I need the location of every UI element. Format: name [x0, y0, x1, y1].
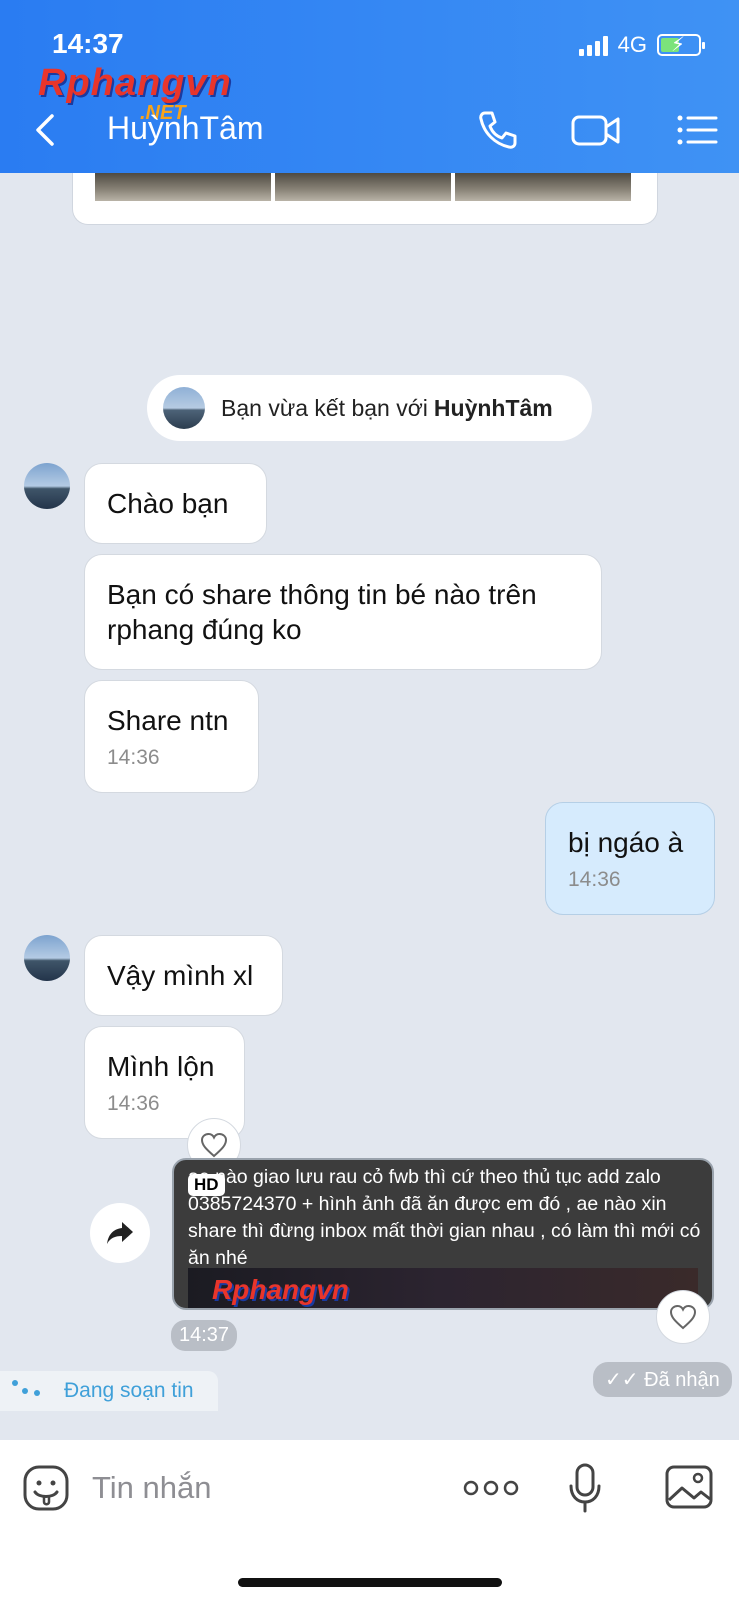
message-input[interactable] [92, 1460, 432, 1516]
message-text: Bạn có share thông tin bé nào trên rphan… [107, 579, 537, 645]
photo-album-card[interactable] [72, 173, 658, 225]
composer-bar [0, 1440, 739, 1600]
message-time: 14:36 [107, 1092, 160, 1115]
image-gallery-icon[interactable] [664, 1464, 714, 1510]
photo-thumbnail[interactable] [275, 173, 451, 201]
emoji-sticker-icon[interactable] [22, 1464, 70, 1512]
list-menu-icon[interactable] [676, 108, 718, 152]
read-receipt: ✓✓ Đã nhận [593, 1362, 732, 1397]
photo-thumbnail[interactable] [95, 173, 271, 201]
friend-added-notice: Bạn vừa kết bạn với HuỳnhTâm [147, 375, 592, 441]
more-options-icon[interactable] [463, 1476, 519, 1500]
forward-icon[interactable] [90, 1203, 150, 1263]
message-text: Chào bạn [107, 488, 229, 519]
forwarded-video-message[interactable]: ae nào giao lưu rau cỏ fwb thì cứ theo t… [172, 1158, 714, 1310]
message-bubble[interactable]: Share ntn 14:36 [84, 680, 259, 793]
battery-icon: ⚡ [657, 34, 705, 56]
typing-label: Đang soạn tin [64, 1379, 194, 1402]
status-time: 14:37 [52, 28, 124, 59]
message-bubble[interactable]: Bạn có share thông tin bé nào trên rphan… [84, 554, 602, 670]
photo-thumbnail[interactable] [455, 173, 631, 201]
chat-title[interactable]: HuỳnhTâm [107, 110, 264, 147]
typing-dots-icon [8, 1376, 58, 1406]
video-watermark: Rphangvn [212, 1274, 349, 1305]
hd-badge: HD [188, 1174, 225, 1196]
message-text: bị ngáo à [568, 827, 684, 858]
video-camera-icon[interactable] [570, 108, 622, 152]
home-indicator [238, 1578, 502, 1587]
notice-text: Bạn vừa kết bạn với [221, 394, 428, 421]
message-text: Mình lộn [107, 1051, 215, 1082]
message-bubble[interactable]: Chào bạn [84, 463, 267, 544]
message-time: 14:36 [568, 868, 621, 891]
phone-icon[interactable] [476, 108, 520, 152]
microphone-icon[interactable] [567, 1462, 603, 1514]
receipt-label: Đã nhận [644, 1369, 720, 1391]
double-check-icon: ✓✓ [605, 1369, 639, 1391]
avatar[interactable] [24, 463, 70, 509]
message-text: Share ntn [107, 705, 229, 736]
message-time: 14:36 [107, 746, 160, 769]
signal-icon [578, 34, 608, 56]
status-indicators: 4G ⚡ [578, 32, 705, 58]
network-type: 4G [617, 32, 647, 57]
chevron-left-icon[interactable] [30, 108, 70, 152]
video-caption: ae nào giao lưu rau cỏ fwb thì cứ theo t… [188, 1166, 701, 1269]
avatar[interactable] [163, 387, 205, 429]
chat-header: 14:37 4G ⚡ Rphangvn .NET HuỳnhTâm [0, 0, 739, 173]
heart-react-icon[interactable] [656, 1290, 710, 1344]
typing-indicator: Đang soạn tin [0, 1371, 218, 1411]
message-bubble[interactable]: Vậy mình xl [84, 935, 283, 1016]
message-time: 14:37 [171, 1320, 238, 1351]
notice-name: HuỳnhTâm [433, 394, 553, 421]
avatar[interactable] [24, 935, 70, 981]
message-bubble-sent[interactable]: bị ngáo à 14:36 [545, 802, 715, 915]
watermark-logo: Rphangvn [38, 62, 232, 104]
message-text: Vậy mình xl [107, 960, 254, 991]
